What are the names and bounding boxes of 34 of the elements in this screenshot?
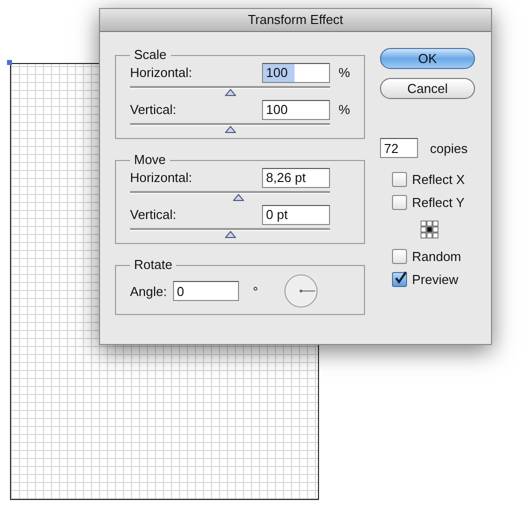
group-title: Scale xyxy=(133,48,168,62)
checkbox-label: Preview xyxy=(412,272,458,287)
checkbox-label: Random xyxy=(412,249,462,264)
checkbox-box[interactable] xyxy=(392,249,407,264)
checkbox-label: Reflect X xyxy=(412,172,465,187)
checkbox-label: Reflect Y xyxy=(412,195,465,210)
checkbox-box[interactable] xyxy=(392,272,407,287)
input-field[interactable]: 0 xyxy=(172,281,239,301)
field-label: Vertical: xyxy=(130,102,178,117)
copies-label: copies xyxy=(430,140,468,156)
copies-field[interactable]: 72 xyxy=(380,138,418,158)
checkbox-box[interactable] xyxy=(392,172,407,187)
field-label: Vertical: xyxy=(130,207,178,222)
field-label: Angle: xyxy=(130,284,167,298)
input-field[interactable]: 100 xyxy=(262,62,330,82)
field-label: Horizontal: xyxy=(130,65,194,80)
unit-label: % xyxy=(337,65,350,80)
group-title: Move xyxy=(133,153,167,167)
input-field[interactable]: 100 xyxy=(262,100,330,120)
checkbox[interactable]: Random xyxy=(392,245,462,268)
checkbox[interactable]: Reflect Y xyxy=(392,191,465,214)
origin-grid-icon[interactable] xyxy=(420,220,439,239)
checkbox[interactable]: Reflect X xyxy=(392,168,465,191)
checkbox[interactable]: Preview xyxy=(392,268,458,291)
input-field[interactable]: 8,26 pt xyxy=(262,168,330,188)
input-field[interactable]: 0 pt xyxy=(262,204,330,224)
dialog-button[interactable]: Cancel xyxy=(380,78,475,99)
unit-label: % xyxy=(337,102,350,117)
field-label: Horizontal: xyxy=(130,170,194,185)
window-title: Transform Effect xyxy=(100,9,491,32)
checkbox-box[interactable] xyxy=(392,195,407,210)
dialog-button[interactable]: OK xyxy=(380,48,475,69)
group-title: Rotate xyxy=(133,258,174,272)
unit-label: ° xyxy=(252,284,258,298)
